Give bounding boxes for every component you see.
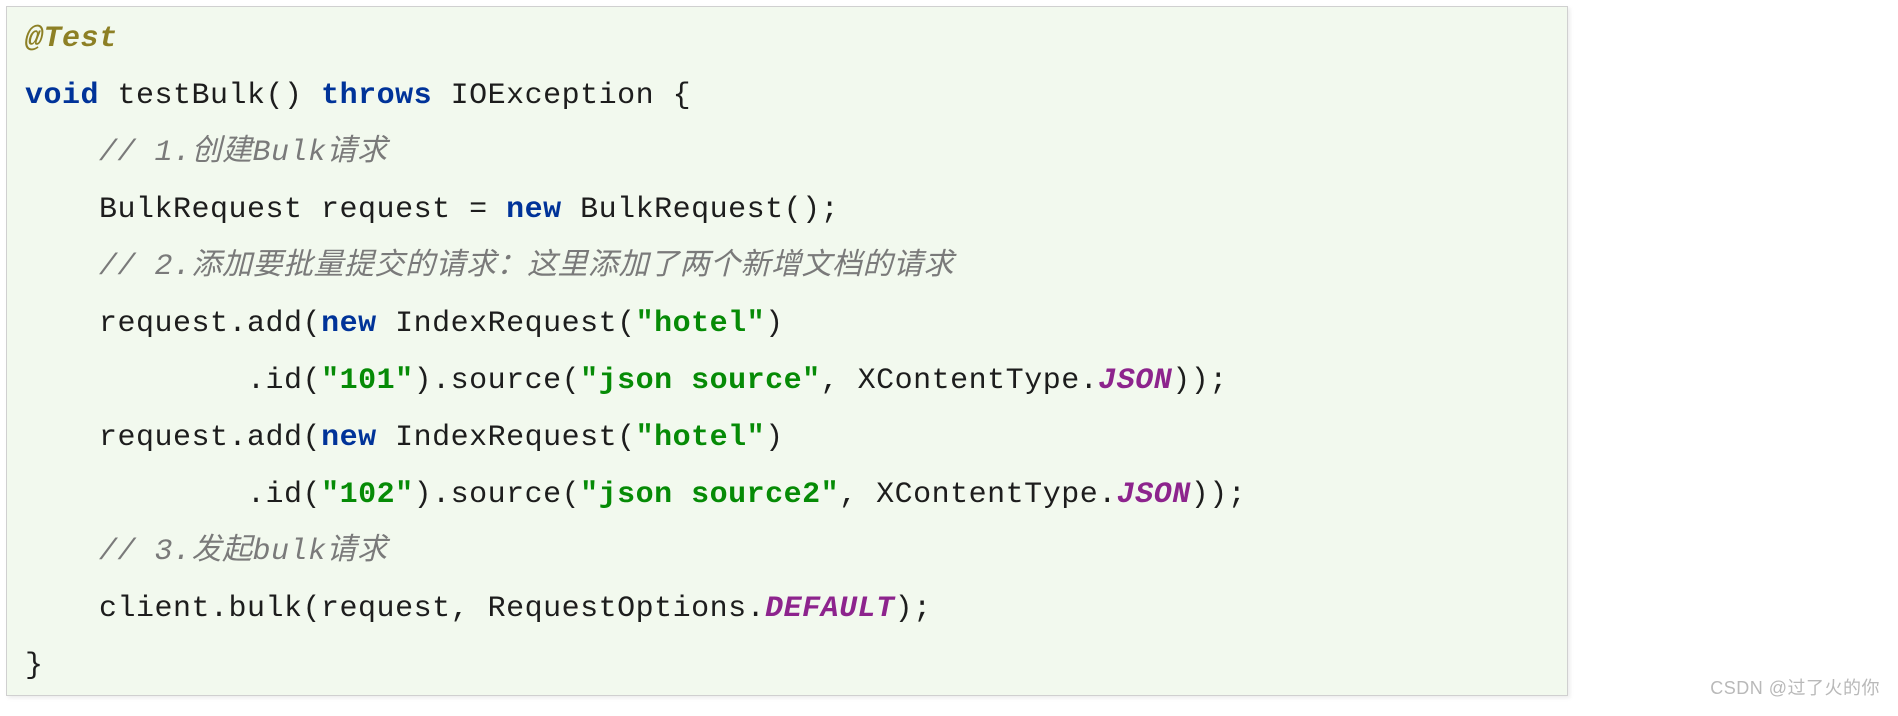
const-json-2: JSON bbox=[1117, 478, 1191, 512]
add2-pre: request.add( bbox=[99, 421, 321, 455]
string-hotel-1: "hotel" bbox=[636, 307, 766, 341]
add1-id-post: ).source( bbox=[414, 364, 581, 398]
keyword-new-3: new bbox=[321, 421, 377, 455]
bulk-decl-a: BulkRequest request = bbox=[99, 193, 506, 227]
add1-end: )); bbox=[1172, 364, 1228, 398]
brace-close: } bbox=[25, 649, 44, 683]
throws-clause: IOException { bbox=[432, 79, 691, 113]
add1-close: ) bbox=[765, 307, 784, 341]
client-line-b: ); bbox=[895, 592, 932, 626]
comment-1: // 1.创建Bulk请求 bbox=[99, 136, 388, 170]
method-name: testBulk() bbox=[99, 79, 321, 113]
annotation-test: @Test bbox=[25, 22, 118, 56]
client-line-a: client.bulk(request, RequestOptions. bbox=[99, 592, 765, 626]
add2-post: IndexRequest( bbox=[377, 421, 636, 455]
const-default: DEFAULT bbox=[765, 592, 895, 626]
add1-pre: request.add( bbox=[99, 307, 321, 341]
const-json-1: JSON bbox=[1098, 364, 1172, 398]
comment-3: // 3.发起bulk请求 bbox=[99, 535, 388, 569]
add1-post: IndexRequest( bbox=[377, 307, 636, 341]
code-block: @Test void testBulk() throws IOException… bbox=[7, 7, 1567, 696]
string-json2: "json source2" bbox=[580, 478, 839, 512]
watermark-text: CSDN @过了火的你 bbox=[1710, 674, 1880, 700]
code-snippet-box: @Test void testBulk() throws IOException… bbox=[6, 6, 1568, 696]
keyword-void: void bbox=[25, 79, 99, 113]
keyword-throws: throws bbox=[321, 79, 432, 113]
string-102: "102" bbox=[321, 478, 414, 512]
add2-id-post: ).source( bbox=[414, 478, 581, 512]
add2-src-post: , XContentType. bbox=[839, 478, 1117, 512]
add1-id-pre: .id( bbox=[247, 364, 321, 398]
add2-id-pre: .id( bbox=[247, 478, 321, 512]
add2-end: )); bbox=[1191, 478, 1247, 512]
comment-2: // 2.添加要批量提交的请求：这里添加了两个新增文档的请求 bbox=[99, 250, 954, 284]
string-json1: "json source" bbox=[580, 364, 821, 398]
bulk-decl-b: BulkRequest(); bbox=[562, 193, 840, 227]
add1-src-post: , XContentType. bbox=[821, 364, 1099, 398]
keyword-new-2: new bbox=[321, 307, 377, 341]
string-hotel-2: "hotel" bbox=[636, 421, 766, 455]
add2-close: ) bbox=[765, 421, 784, 455]
string-101: "101" bbox=[321, 364, 414, 398]
keyword-new-1: new bbox=[506, 193, 562, 227]
